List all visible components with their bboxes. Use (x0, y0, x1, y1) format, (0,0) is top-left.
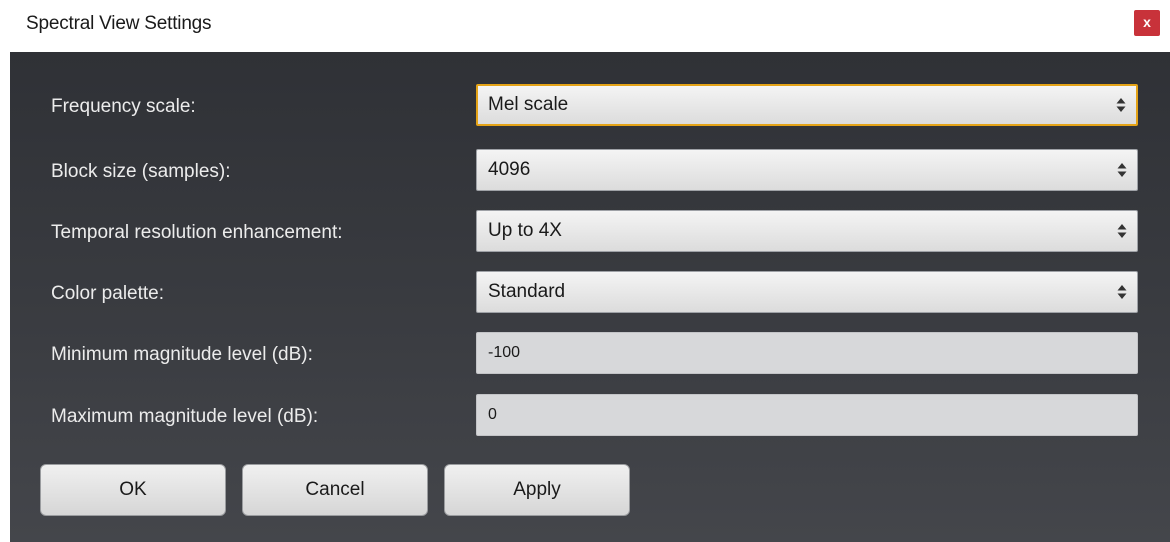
up-down-arrows-icon (1117, 285, 1127, 299)
up-down-arrows-icon (1117, 163, 1127, 177)
temporal-resolution-select[interactable]: Up to 4X (476, 210, 1138, 252)
max-magnitude-label: Maximum magnitude level (dB): (51, 406, 319, 427)
frequency-scale-value: Mel scale (488, 94, 569, 115)
spectral-view-settings-dialog: Spectral View Settings x Frequency scale… (0, 0, 1170, 542)
settings-panel: Frequency scale: Mel scale Block size (s… (10, 52, 1170, 542)
max-magnitude-row: Maximum magnitude level (dB): 0 (10, 394, 1170, 440)
close-button[interactable]: x (1134, 10, 1160, 36)
max-magnitude-input[interactable]: 0 (476, 394, 1138, 436)
block-size-row: Block size (samples): 4096 (10, 149, 1170, 195)
block-size-select[interactable]: 4096 (476, 149, 1138, 191)
max-magnitude-value: 0 (488, 406, 497, 423)
temporal-resolution-row: Temporal resolution enhancement: Up to 4… (10, 210, 1170, 256)
apply-button[interactable]: Apply (444, 464, 630, 516)
color-palette-value: Standard (488, 281, 566, 302)
min-magnitude-label: Minimum magnitude level (dB): (51, 344, 313, 365)
min-magnitude-row: Minimum magnitude level (dB): -100 (10, 332, 1170, 378)
min-magnitude-input[interactable]: -100 (476, 332, 1138, 374)
frequency-scale-label: Frequency scale: (51, 96, 196, 117)
color-palette-label: Color palette: (51, 283, 165, 304)
frequency-scale-row: Frequency scale: Mel scale (10, 84, 1170, 130)
min-magnitude-value: -100 (488, 344, 521, 361)
close-icon: x (1143, 14, 1151, 30)
title-bar[interactable]: Spectral View Settings x (0, 0, 1170, 52)
frequency-scale-select[interactable]: Mel scale (476, 84, 1138, 126)
ok-button[interactable]: OK (40, 464, 226, 516)
block-size-value: 4096 (488, 159, 531, 180)
temporal-resolution-value: Up to 4X (488, 220, 562, 241)
cancel-button[interactable]: Cancel (242, 464, 428, 516)
color-palette-select[interactable]: Standard (476, 271, 1138, 313)
up-down-arrows-icon (1117, 224, 1127, 238)
up-down-arrows-icon (1116, 98, 1126, 112)
dialog-title: Spectral View Settings (26, 13, 212, 34)
temporal-resolution-label: Temporal resolution enhancement: (51, 222, 343, 243)
color-palette-row: Color palette: Standard (10, 271, 1170, 317)
block-size-label: Block size (samples): (51, 161, 231, 182)
